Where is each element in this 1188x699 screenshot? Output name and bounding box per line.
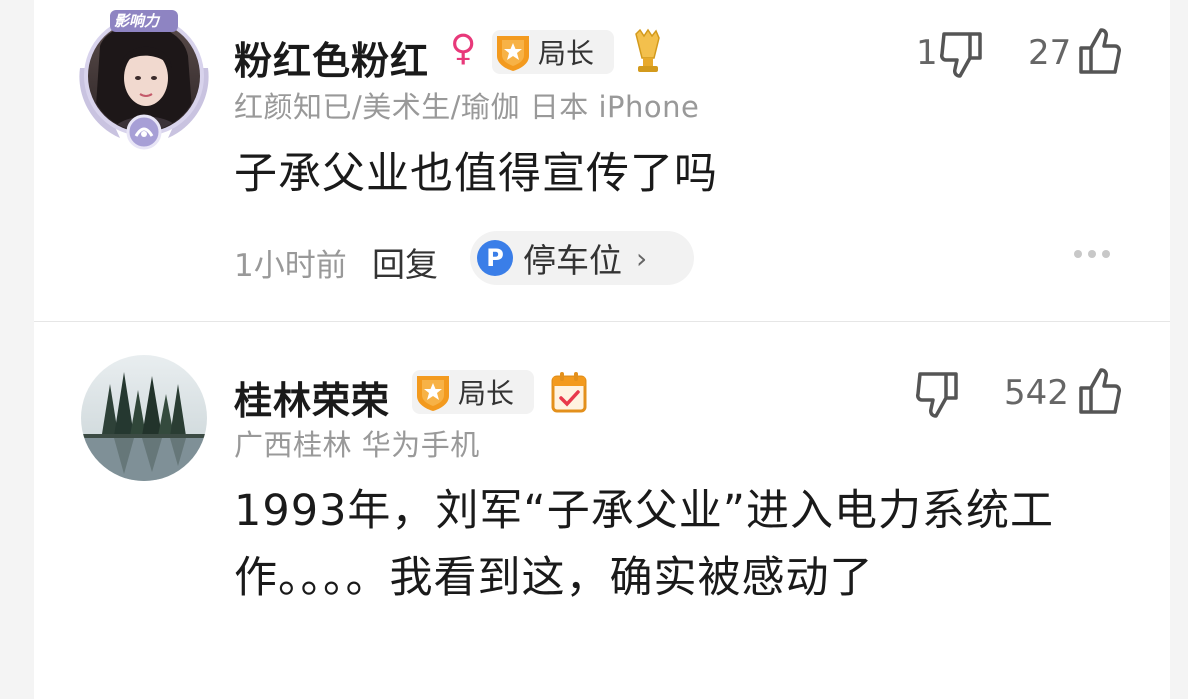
shield-star-icon [417,376,449,411]
dislike-icon[interactable] [938,30,986,80]
rank-badge-label: 局长 [538,37,595,70]
username[interactable]: 桂林荣荣 [234,370,390,425]
dislike-icon[interactable] [914,370,962,420]
avatar[interactable] [80,354,208,482]
like-count: 27 [1028,33,1072,73]
parking-tag[interactable]: P 停车位 › [470,231,694,285]
female-icon: ♀ [450,28,477,69]
shield-star-icon [497,36,529,71]
chevron-right-icon: › [636,241,648,275]
username[interactable]: 粉红色粉红 [234,30,429,85]
divider [34,321,1170,322]
avatar-badge-label: 影响力 [114,12,160,30]
rank-badge[interactable]: 局长 [412,370,534,414]
trophy-hand-icon [635,28,660,72]
dislike-count: 1 [916,33,938,73]
parking-icon: P [477,240,513,276]
user-meta: 广西桂林 华为手机 [234,428,480,462]
comment-text: 1993年，刘军“子承父业”进入电力系统工作。。。。我看到这，确实被感动了 [234,486,1054,603]
timestamp: 1小时前 [234,248,347,284]
more-dots-icon[interactable] [1074,250,1110,258]
rank-badge[interactable]: 局长 [492,30,614,74]
reply-button[interactable]: 回复 [372,238,438,286]
user-meta: 红颜知已/美术生/瑜伽 日本 iPhone [234,90,700,124]
parking-tag-label: 停车位 [523,241,622,280]
calendar-check-icon [551,372,587,413]
like-icon[interactable] [1075,366,1123,416]
rank-badge-label: 局长 [458,377,515,410]
comment-text: 子承父业也值得宣传了吗 [234,149,718,199]
like-count: 542 [1004,373,1069,413]
like-icon[interactable] [1075,26,1123,76]
